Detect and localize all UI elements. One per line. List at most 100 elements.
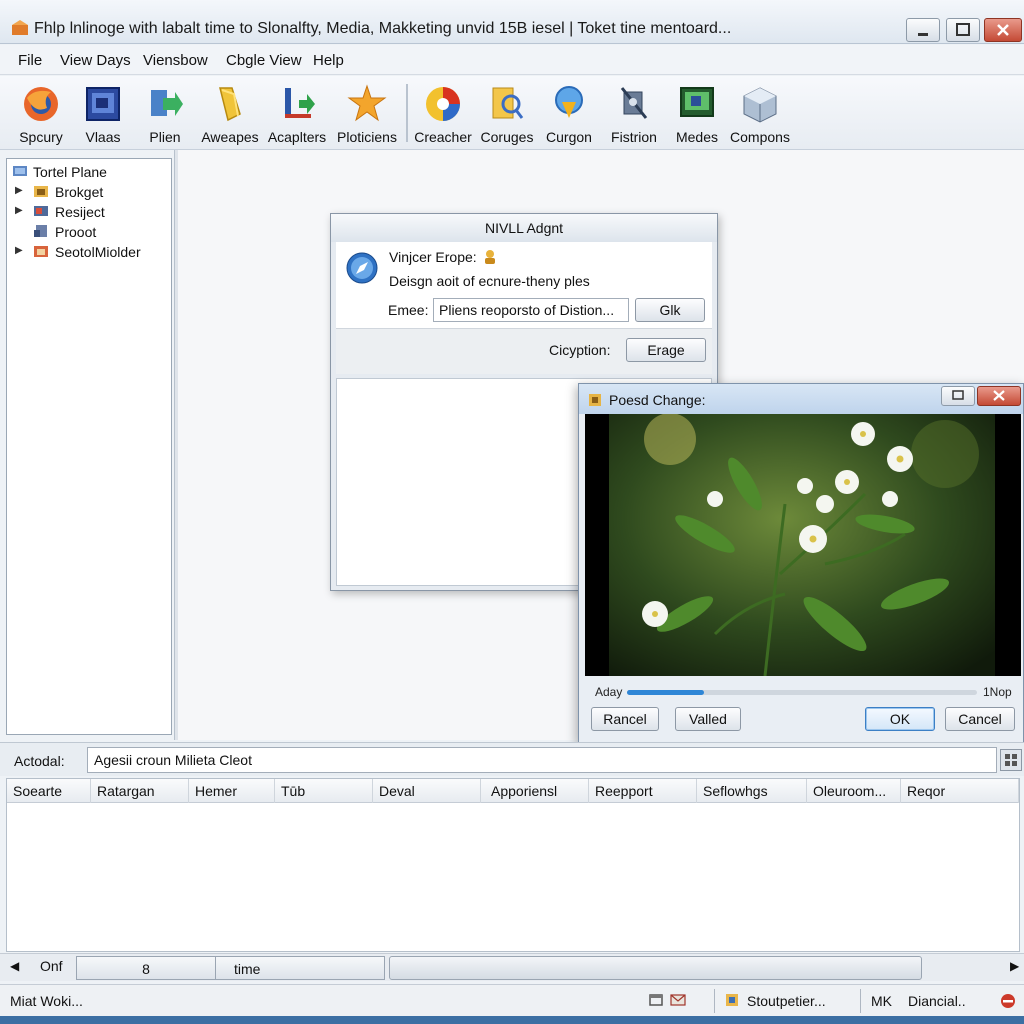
document-icon <box>34 225 47 237</box>
tool-label: Acaplters <box>267 129 327 145</box>
star-burst-icon <box>347 84 387 122</box>
tool-creacher[interactable]: Creacher <box>408 80 478 146</box>
slider-end-label: 1Nop <box>983 685 1012 699</box>
compass-icon <box>346 252 378 284</box>
folder-icon <box>34 186 48 197</box>
expand-arrow-icon[interactable]: ▶ <box>15 205 23 216</box>
column-header[interactable]: Soearte <box>7 779 91 803</box>
minimize-button[interactable] <box>906 18 940 42</box>
monitor-window-icon <box>86 87 120 121</box>
network-icon <box>13 166 27 176</box>
footer-label: Cicyption: <box>549 342 611 358</box>
media-monitor-icon <box>680 87 714 117</box>
slider-start-label: Aday <box>595 685 623 699</box>
folder-icon <box>219 87 241 122</box>
data-grid[interactable]: Soearte Ratargan Hemer Tūb Deval Apporie… <box>6 778 1020 952</box>
download-arrow-icon <box>555 86 583 118</box>
app-icon <box>12 20 28 35</box>
tool-label: Compons <box>730 129 790 145</box>
maximize-button[interactable] <box>946 18 980 42</box>
playback-slider[interactable] <box>627 690 977 695</box>
restore-button[interactable] <box>941 386 975 406</box>
glk-button[interactable]: Glk <box>635 298 705 322</box>
column-header[interactable]: Ratargan <box>91 779 189 803</box>
tree-item-resiject[interactable]: ▶ Resiject <box>7 202 171 222</box>
tool-curgon[interactable]: Curgon <box>534 80 604 146</box>
menu-file[interactable]: File <box>18 52 42 69</box>
expand-arrow-icon[interactable]: ▶ <box>15 245 23 256</box>
expand-arrow-icon[interactable]: ▶ <box>15 185 23 196</box>
scrollbar-thumb[interactable] <box>389 956 922 980</box>
column-header[interactable]: Hemer <box>189 779 275 803</box>
dialog-close-button[interactable] <box>977 386 1021 406</box>
menu-help[interactable]: Help <box>313 52 344 69</box>
column-header[interactable]: Apporiensl <box>481 779 589 803</box>
column-header[interactable]: Deval <box>373 779 481 803</box>
tool-aweapes[interactable]: Aweapes <box>195 80 265 146</box>
tool-plien[interactable]: Plien <box>130 80 200 146</box>
tree-item-label: Prooot <box>55 224 97 240</box>
status-right: Diancial.. <box>908 993 966 1009</box>
tool-spcury[interactable]: Spcury <box>6 80 76 146</box>
scroll-right-icon[interactable]: ▶ <box>1010 959 1019 973</box>
column-header[interactable]: Oleuroom... <box>807 779 901 803</box>
tool-label: Spcury <box>19 129 63 145</box>
minimize-icon <box>918 33 928 36</box>
tool-compons[interactable]: Compons <box>725 80 795 146</box>
tool-vlaas[interactable]: Vlaas <box>68 80 138 146</box>
tree-item-seotolmiolder[interactable]: ▶ SeotolMiolder <box>7 242 171 262</box>
grid-view-button[interactable] <box>1000 749 1022 771</box>
tree-panel[interactable]: Tortel Plane ▶ Brokget ▶ Resiject Prooot… <box>6 158 172 735</box>
valled-button[interactable]: Valled <box>675 707 741 731</box>
column-header[interactable]: Reqor <box>901 779 1019 803</box>
tools-icon <box>620 87 648 119</box>
tree-item-label: Brokget <box>55 184 104 200</box>
time-box[interactable]: time <box>215 956 385 980</box>
tree-item-brokget[interactable]: ▶ Brokget <box>7 182 171 202</box>
column-header[interactable]: Seflowhgs <box>697 779 807 803</box>
dialog-body: Vinjcer Erope: Deisgn aoit of ecnure-the… <box>336 242 712 328</box>
close-icon <box>997 24 1009 36</box>
column-header[interactable]: Reepport <box>589 779 697 803</box>
tool-acaplters[interactable]: Acaplters <box>262 80 332 146</box>
tool-ploticiens[interactable]: Ploticiens <box>332 80 402 146</box>
field-label: Emee: <box>388 302 429 318</box>
tool-coruges[interactable]: Coruges <box>472 80 542 146</box>
bottom-scroll-row: ◀ Onf 8 time ▶ <box>0 953 1024 981</box>
column-header[interactable]: Tūb <box>275 779 373 803</box>
dialog-title: Poesd Change: <box>609 392 706 408</box>
erage-button[interactable]: Erage <box>626 338 706 362</box>
tool-label: Vlaas <box>85 129 121 145</box>
user-badge-icon <box>485 250 495 264</box>
rancel-button[interactable]: Rancel <box>591 707 659 731</box>
emee-field[interactable]: Pliens reoporsto of Distion... <box>433 298 629 322</box>
title-bar: Fhlp lnlinoge with labalt time to Slonal… <box>0 0 1024 44</box>
cancel-button[interactable]: Cancel <box>945 707 1015 731</box>
flower-photo <box>585 414 1021 676</box>
menu-view-days[interactable]: View Days <box>60 52 131 69</box>
status-divider <box>714 989 715 1013</box>
scroll-left-icon[interactable]: ◀ <box>10 959 19 973</box>
tree-item-label: Resiject <box>55 204 105 220</box>
tree-root[interactable]: Tortel Plane <box>7 162 171 182</box>
grid-view-icon <box>1005 754 1017 766</box>
mail-icon[interactable] <box>670 992 686 1008</box>
menu-viensbow[interactable]: Viensbow <box>143 52 208 69</box>
tool-fistrion[interactable]: Fistrion <box>599 80 669 146</box>
tool-medes[interactable]: Medes <box>662 80 732 146</box>
scroll-value-box[interactable]: 8 <box>76 956 216 980</box>
address-input[interactable]: Agesii croun Milieta Cleot <box>87 747 997 773</box>
tool-label: Creacher <box>414 129 472 145</box>
toolbar: Spcury Vlaas Plien Aweapes Acaplters Plo… <box>0 76 1024 150</box>
tree-item-prooot[interactable]: Prooot <box>7 222 171 242</box>
ok-button[interactable]: OK <box>865 707 935 731</box>
toolbar-separator <box>406 84 408 142</box>
status-bar: Miat Woki... Stoutpetier... MK Diancial.… <box>0 984 1024 1016</box>
menu-cbgle-view[interactable]: Cbgle View <box>226 52 302 69</box>
window-icon[interactable] <box>648 992 664 1008</box>
computer-icon <box>34 206 48 216</box>
close-button[interactable] <box>984 18 1022 42</box>
address-label: Actodal: <box>14 753 65 769</box>
dialog-description: Deisgn aoit of ecnure-theny ples <box>389 273 590 289</box>
restore-icon <box>952 390 964 400</box>
